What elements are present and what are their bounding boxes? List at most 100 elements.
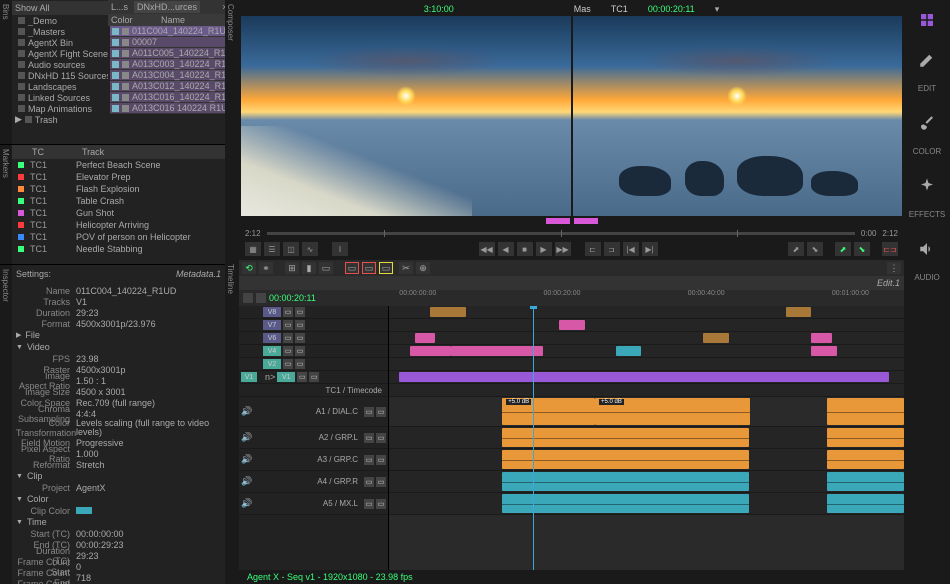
atrack-header[interactable]: 🔊A5 / MX.L▭▭ — [239, 493, 388, 515]
atrack-header[interactable]: 🔊A4 / GRP.R▭▭ — [239, 471, 388, 493]
audio-clip[interactable] — [502, 450, 749, 469]
vtrack[interactable] — [389, 332, 904, 345]
atrack[interactable] — [389, 449, 904, 471]
sec-color[interactable]: ▼Color — [16, 493, 221, 505]
col-track[interactable]: Track — [82, 147, 104, 157]
clip-row[interactable]: A013C012_140224_R1UD — [110, 81, 241, 92]
clip[interactable] — [430, 307, 466, 317]
col-color[interactable]: Color — [111, 15, 161, 25]
color-tool-icon[interactable] — [911, 107, 943, 139]
inspector-panel-tab[interactable]: Inspector — [0, 265, 12, 584]
playhead[interactable] — [533, 306, 534, 570]
clip[interactable] — [616, 346, 642, 356]
bin-tab-2[interactable]: DNxHD...urces — [134, 1, 200, 13]
solo-button[interactable]: ▭ — [295, 359, 305, 369]
vtrack-header[interactable]: V7▭▭ — [239, 319, 388, 332]
bin-tab-1[interactable]: L...s — [111, 2, 128, 12]
clip[interactable] — [451, 346, 544, 356]
timeline-ruler[interactable]: 00:00:00:00 00:00:20:00 00:00:40:00 00:0… — [389, 290, 904, 306]
frame-icon[interactable]: ◫ — [283, 242, 299, 256]
solo-button[interactable]: ▭ — [376, 499, 386, 509]
scrub-bar[interactable] — [267, 232, 855, 235]
atrack-header[interactable]: 🔊A3 / GRP.C▭▭ — [239, 449, 388, 471]
solo-button[interactable]: ▭ — [295, 333, 305, 343]
clip-row[interactable]: A013C016_140224_R1UD — [110, 92, 241, 103]
tc1-label[interactable]: TC1 — [611, 4, 628, 14]
goto-out-icon[interactable]: ▶| — [642, 242, 658, 256]
audio-tool-icon[interactable] — [911, 233, 943, 265]
stop-icon[interactable]: ■ — [517, 242, 533, 256]
solo-button[interactable]: ▭ — [376, 455, 386, 465]
sync-icon[interactable]: ⟲ — [242, 262, 256, 274]
sec-file[interactable]: ▶File — [16, 329, 221, 341]
mute-button[interactable]: ▭ — [283, 333, 293, 343]
mute-button[interactable]: ▭ — [283, 346, 293, 356]
record-monitor[interactable] — [573, 16, 903, 216]
mute-button[interactable]: ▭ — [364, 433, 374, 443]
audio-clip[interactable] — [502, 494, 749, 513]
speaker-icon[interactable]: 🔊 — [241, 498, 249, 509]
atrack[interactable] — [389, 493, 904, 515]
tc-track-header[interactable]: TC1 / Timecode — [239, 384, 388, 397]
atrack[interactable] — [389, 471, 904, 493]
cut-icon[interactable]: ✂ — [399, 262, 413, 274]
vtrack-header[interactable]: V8▭▭ — [239, 306, 388, 319]
next-icon[interactable]: ▶▶ — [555, 242, 571, 256]
audio-clip[interactable] — [827, 428, 904, 447]
col-name[interactable]: Name — [161, 15, 185, 25]
markers-panel-tab[interactable]: Markers — [0, 145, 12, 264]
clip-color-swatch[interactable] — [76, 507, 92, 514]
solo-button[interactable]: ▭ — [376, 407, 386, 417]
mute-button[interactable]: ▭ — [297, 372, 307, 382]
prev-icon[interactable]: ◀ — [498, 242, 514, 256]
mute-button[interactable]: ▭ — [364, 407, 374, 417]
grid-icon[interactable]: ▦ — [245, 242, 261, 256]
vtrack[interactable] — [389, 371, 904, 384]
audio-clip[interactable] — [827, 494, 904, 513]
workspace-icon[interactable] — [911, 4, 943, 36]
rec-mode-icon[interactable]: ▭ — [345, 262, 359, 274]
tl-menu-icon[interactable]: ⋮ — [887, 262, 901, 274]
clip[interactable] — [559, 320, 585, 330]
mute-button[interactable]: ▭ — [364, 455, 374, 465]
effects-tool-icon[interactable] — [911, 170, 943, 202]
trim-icon[interactable]: ⊏⊐ — [882, 242, 898, 256]
goto-in-icon[interactable]: |◀ — [623, 242, 639, 256]
mute-button[interactable]: ▭ — [364, 477, 374, 487]
audio-clip[interactable] — [827, 398, 904, 425]
audio-clip[interactable] — [502, 428, 749, 447]
composer-panel-tab[interactable]: Composer — [225, 0, 239, 260]
mark-out-icon[interactable]: ⊐ — [604, 242, 620, 256]
timeline-panel-tab[interactable]: Timeline — [225, 260, 239, 584]
clip-row[interactable]: A013C016 140224 R1UD — [110, 103, 241, 114]
solo-button[interactable]: ▭ — [295, 346, 305, 356]
mas-label[interactable]: Mas — [574, 4, 591, 14]
splice-icon[interactable]: ⬈ — [788, 242, 804, 256]
marker-icon[interactable]: ▮ — [302, 262, 316, 274]
marker-row[interactable]: TC1Helicopter Arriving — [12, 219, 225, 231]
clip-row[interactable]: A011C005_140224_R1UD — [110, 48, 241, 59]
waveform-icon[interactable]: ∿ — [302, 242, 318, 256]
solo-button[interactable]: ▭ — [309, 372, 319, 382]
atrack[interactable] — [389, 427, 904, 449]
extract-icon[interactable]: ⬊ — [854, 242, 870, 256]
mute-button[interactable]: ▭ — [364, 499, 374, 509]
sec-video[interactable]: ▼Video — [16, 341, 221, 353]
mark-in[interactable] — [546, 218, 570, 224]
add-edit-icon[interactable]: ⊕ — [416, 262, 430, 274]
audio-clip[interactable]: +5.0 dB — [595, 398, 750, 425]
speaker-icon[interactable]: 🔊 — [241, 476, 249, 487]
solo-button[interactable]: ▭ — [376, 433, 386, 443]
step-back-icon[interactable]: ◀◀ — [479, 242, 495, 256]
edit-tab[interactable]: Edit.1 — [877, 278, 900, 288]
link-icon[interactable]: ⚭ — [259, 262, 273, 274]
play-icon[interactable]: ▶ — [536, 242, 552, 256]
marker-row[interactable]: TC1Table Crash — [12, 195, 225, 207]
clip[interactable] — [811, 346, 837, 356]
solo-button[interactable]: ▭ — [295, 307, 305, 317]
marker-row[interactable]: TC1Flash Explosion — [12, 183, 225, 195]
edit-tool-icon[interactable] — [911, 44, 943, 76]
trim-mode-icon[interactable]: ▭ — [379, 262, 393, 274]
vtrack-header[interactable]: V4▭▭ — [239, 345, 388, 358]
solo-button[interactable]: ▭ — [295, 320, 305, 330]
